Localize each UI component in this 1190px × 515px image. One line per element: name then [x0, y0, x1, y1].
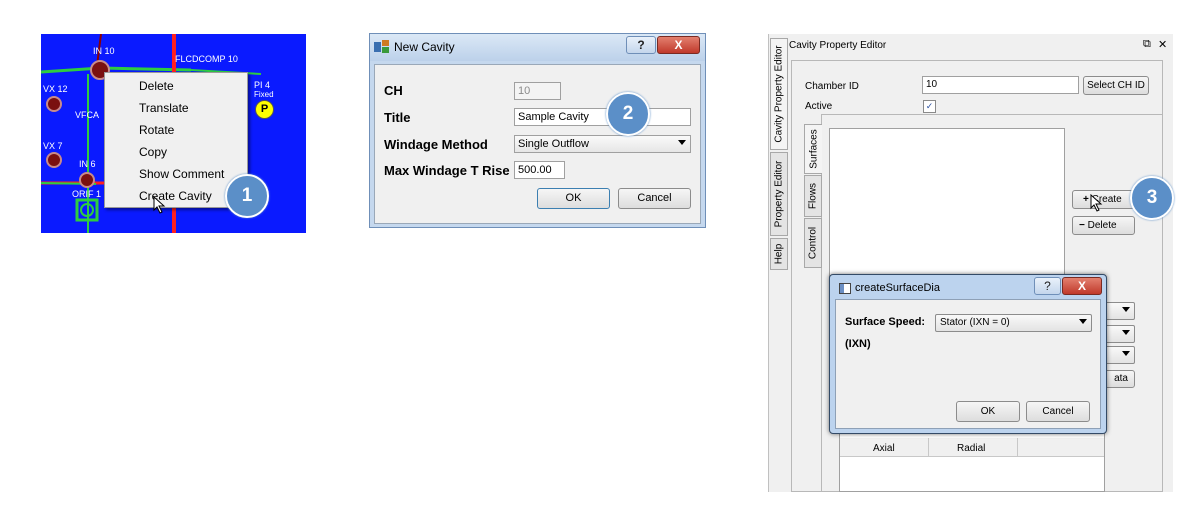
step-badge-1: 1 — [225, 174, 269, 218]
canvas-label-vx12: VX 12 — [43, 84, 68, 94]
mouse-cursor-icon — [153, 196, 166, 214]
surface-speed-select[interactable]: Stator (IXN = 0) — [935, 314, 1092, 332]
delete-button[interactable]: − Delete — [1072, 216, 1135, 235]
side-tab-help[interactable]: Help — [770, 238, 788, 270]
dialog-body: Surface Speed: Stator (IXN = 0) (IXN) OK… — [835, 299, 1101, 429]
column-divider — [928, 438, 929, 456]
dialog-title: New Cavity — [394, 40, 455, 54]
menu-item-show-comment[interactable]: Show Comment — [105, 163, 245, 185]
max-windage-label: Max Windage T Rise — [384, 163, 510, 178]
new-cavity-dialog: New Cavity ? X CH 10 Title Sample Cavity… — [369, 33, 706, 228]
restore-icon[interactable]: ⧉ — [1143, 38, 1151, 51]
pressure-marker[interactable]: P — [255, 100, 274, 119]
ok-button[interactable]: OK — [537, 188, 610, 209]
menu-item-translate[interactable]: Translate — [105, 97, 245, 119]
chevron-down-icon — [1122, 307, 1130, 312]
ch-label: CH — [384, 83, 403, 98]
chevron-down-icon — [1122, 351, 1130, 356]
side-tab-label: Help — [773, 243, 785, 265]
help-button[interactable]: ? — [1034, 277, 1061, 295]
canvas-label-vfca: VFCA — [75, 110, 100, 120]
editor-title: Cavity Property Editor — [789, 40, 887, 51]
surface-speed-value: Stator (IXN = 0) — [940, 317, 1010, 328]
chamber-id-input[interactable]: 10 — [922, 76, 1079, 94]
help-button[interactable]: ? — [626, 36, 656, 54]
app-icon — [374, 40, 389, 53]
cancel-button[interactable]: Cancel — [1026, 401, 1090, 422]
canvas-label-in6: IN 6 — [79, 159, 96, 169]
canvas-label-flcdcomp: FLCDCOMP 10 — [175, 54, 238, 64]
table-header-axial[interactable]: Axial — [873, 443, 895, 454]
ixn-label: (IXN) — [845, 338, 871, 350]
ok-button[interactable]: OK — [956, 401, 1020, 422]
step-badge-2: 2 — [606, 92, 650, 136]
inner-tab-control[interactable]: Control — [804, 218, 822, 268]
canvas-label-orif: ORIF 1 — [72, 189, 102, 199]
junction-node-vx12[interactable] — [46, 96, 62, 112]
chamber-id-label: Chamber ID — [805, 81, 859, 92]
surface-speed-label: Surface Speed: — [845, 316, 926, 328]
mouse-cursor-icon — [1090, 194, 1103, 212]
inner-tab-label: Control — [807, 226, 819, 260]
title-input[interactable]: Sample Cavity — [514, 108, 691, 126]
close-button[interactable]: X — [1062, 277, 1102, 295]
canvas-label-in10: IN 10 — [93, 46, 115, 56]
create-surface-dialog: createSurfaceDia ? X Surface Speed: Stat… — [829, 274, 1107, 434]
cancel-button[interactable]: Cancel — [618, 188, 691, 209]
ch-field[interactable]: 10 — [514, 82, 561, 100]
select-ch-id-button[interactable]: Select CH ID — [1083, 76, 1149, 95]
close-icon[interactable]: ✕ — [1158, 38, 1167, 51]
canvas-label-vx7: VX 7 — [43, 141, 63, 151]
inner-tab-label: Surfaces — [808, 129, 819, 169]
windage-method-label: Windage Method — [384, 137, 488, 152]
dialog-body: CH 10 Title Sample Cavity Windage Method… — [374, 64, 701, 224]
chevron-down-icon — [1122, 330, 1130, 335]
dialog-titlebar[interactable]: New Cavity ? X — [370, 34, 705, 61]
windage-method-select[interactable]: Single Outflow — [514, 135, 691, 153]
max-windage-input[interactable]: 500.00 — [514, 161, 565, 179]
minus-icon: − — [1079, 220, 1088, 231]
junction-node-vx7[interactable] — [46, 152, 62, 168]
inner-tab-label: Flows — [807, 182, 819, 210]
canvas-label-fixed: Fixed — [254, 90, 274, 99]
junction-node-in6[interactable] — [79, 172, 95, 188]
chevron-down-icon — [678, 140, 686, 145]
dialog-title: createSurfaceDia — [855, 282, 940, 294]
menu-item-copy[interactable]: Copy — [105, 141, 245, 163]
windage-method-value: Single Outflow — [518, 138, 589, 150]
inner-tab-flows[interactable]: Flows — [804, 175, 822, 217]
table-header-radial[interactable]: Radial — [957, 443, 985, 454]
menu-item-create-cavity[interactable]: Create Cavity — [105, 185, 245, 207]
title-label: Title — [384, 110, 411, 125]
active-checkbox[interactable]: ✓ — [923, 100, 936, 113]
side-tab-label: Property Editor — [773, 160, 785, 228]
side-tab-cavity-property-editor[interactable]: Cavity Property Editor — [770, 38, 788, 150]
close-button[interactable]: X — [657, 36, 700, 54]
inner-tab-surfaces[interactable]: Surfaces — [804, 124, 822, 174]
side-tab-property-editor[interactable]: Property Editor — [770, 152, 788, 236]
chevron-down-icon — [1079, 319, 1087, 324]
step-badge-3: 3 — [1130, 176, 1174, 220]
menu-item-rotate[interactable]: Rotate — [105, 119, 245, 141]
side-tab-label: Cavity Property Editor — [773, 45, 785, 143]
delete-button-label: Delete — [1087, 220, 1117, 231]
menu-item-delete[interactable]: Delete — [105, 75, 245, 97]
active-label: Active — [805, 101, 833, 112]
column-divider — [1017, 438, 1018, 456]
window-icon — [839, 283, 851, 294]
canvas-label-pi4: PI 4 — [254, 80, 271, 90]
